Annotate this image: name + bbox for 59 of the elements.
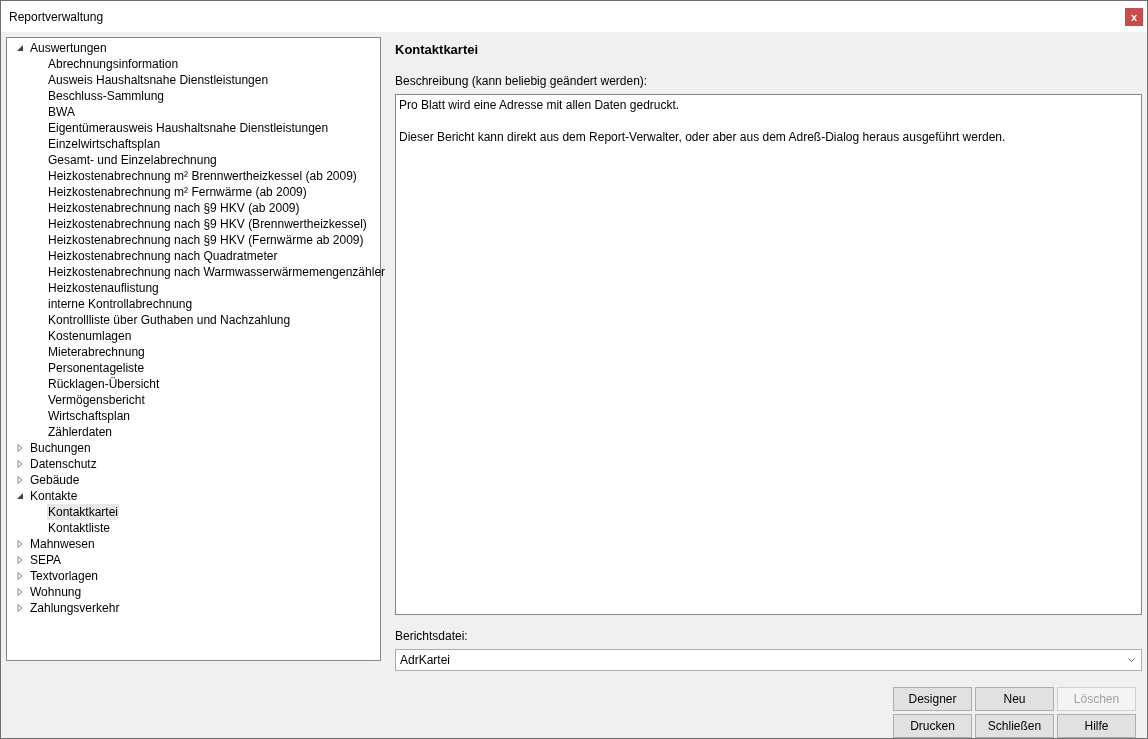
tree-item[interactable]: Kontrollliste über Guthaben und Nachzahlung	[47, 312, 292, 328]
tree-item[interactable]: Heizkostenauflistung	[47, 280, 160, 296]
tree-group[interactable]: Textvorlagen	[30, 568, 99, 584]
tree-item[interactable]: Kontaktliste	[47, 520, 112, 536]
dialog-button[interactable]: Drucken	[893, 713, 972, 738]
tree-item[interactable]: Zählerdaten	[47, 424, 114, 440]
file-dropdown[interactable]: AdrKartei	[395, 648, 1142, 671]
dialog-button[interactable]: Hilfe	[1057, 713, 1136, 738]
tree-group[interactable]: Buchungen	[30, 440, 91, 456]
tree-group[interactable]: Zahlungsverkehr	[30, 600, 120, 616]
tree-item[interactable]: Vermögensbericht	[47, 392, 146, 408]
tree-item[interactable]: Heizkostenabrechnung nach §9 HKV (Fernwärme ab 2009)	[47, 232, 365, 248]
tree-group[interactable]: Auswertungen	[30, 40, 107, 56]
expanded-triangle-icon[interactable]	[16, 492, 24, 500]
collapsed-triangle-icon[interactable]	[16, 460, 24, 468]
dialog-button[interactable]: Neu	[975, 686, 1054, 711]
tree-group[interactable]: SEPA	[30, 552, 62, 568]
collapsed-triangle-icon[interactable]	[16, 556, 24, 564]
tree-item[interactable]: Gesamt- und Einzelabrechnung	[47, 152, 218, 168]
tree-item[interactable]: Beschluss-Sammlung	[47, 88, 166, 104]
tree-item[interactable]: Heizkostenabrechnung m² Fernwärme (ab 2009)	[47, 184, 308, 200]
collapsed-triangle-icon[interactable]	[16, 604, 24, 612]
tree-item[interactable]: Einzelwirtschaftsplan	[47, 136, 162, 152]
tree-group[interactable]: Wohnung	[30, 584, 82, 600]
collapsed-triangle-icon[interactable]	[16, 444, 24, 452]
dialog-button[interactable]: Designer	[893, 686, 972, 711]
file-label: Berichtsdatei:	[395, 627, 469, 645]
tree-item[interactable]: Personentageliste	[47, 360, 146, 376]
tree-item[interactable]: Heizkostenabrechnung nach §9 HKV (ab 2009)	[47, 200, 301, 216]
description-field[interactable]: Pro Blatt wird eine Adresse mit allen Daten gedruckt. Dieser Bericht kann direkt aus dem Report-Verwalter, oder aber aus dem Adreß-Dialog heraus ausgeführt werden.	[395, 93, 1142, 615]
tree-item[interactable]: Kontaktkartei	[47, 504, 120, 520]
collapsed-triangle-icon[interactable]	[16, 572, 24, 580]
tree-item[interactable]: Mieterabrechnung	[47, 344, 146, 360]
tree-item[interactable]: Kostenumlagen	[47, 328, 133, 344]
expanded-triangle-icon[interactable]	[16, 44, 24, 52]
collapsed-triangle-icon[interactable]	[16, 476, 24, 484]
tree-item[interactable]: Rücklagen-Übersicht	[47, 376, 161, 392]
tree-group[interactable]: Datenschutz	[30, 456, 97, 472]
tree-group[interactable]: Mahnwesen	[30, 536, 95, 552]
tree-item[interactable]: BWA	[47, 104, 76, 120]
window-title: Reportverwaltung	[9, 8, 104, 26]
close-button[interactable]: x	[1125, 7, 1143, 26]
tree-item[interactable]: Heizkostenabrechnung nach Quadratmeter	[47, 248, 279, 264]
tree-item[interactable]: Ausweis Haushaltsnahe Dienstleistungen	[47, 72, 270, 88]
tree-item[interactable]: Eigentümerausweis Haushaltsnahe Dienstleistungen	[47, 120, 330, 136]
tree-item[interactable]: Heizkostenabrechnung m² Brennwertheizkessel (ab 2009)	[47, 168, 358, 184]
tree-item[interactable]: Heizkostenabrechnung nach Warmwasserwärmemengenzähler	[47, 264, 387, 280]
collapsed-triangle-icon[interactable]	[16, 540, 24, 548]
tree-item[interactable]: Abrechnungsinformation	[47, 56, 180, 72]
chevron-icon	[1128, 657, 1135, 662]
tree-item[interactable]: Heizkostenabrechnung nach §9 HKV (Brennwertheizkessel)	[47, 216, 368, 232]
description-label: Beschreibung (kann beliebig geändert werden):	[395, 72, 649, 90]
report-title: Kontaktkartei	[395, 41, 480, 59]
tree-item[interactable]: interne Kontrollabrechnung	[47, 296, 194, 312]
dialog-button[interactable]: Schließen	[975, 713, 1054, 738]
tree-item[interactable]: Wirtschaftsplan	[47, 408, 132, 424]
collapsed-triangle-icon[interactable]	[16, 588, 24, 596]
tree-group[interactable]: Gebäude	[30, 472, 80, 488]
tree-group[interactable]: Kontakte	[30, 488, 78, 504]
